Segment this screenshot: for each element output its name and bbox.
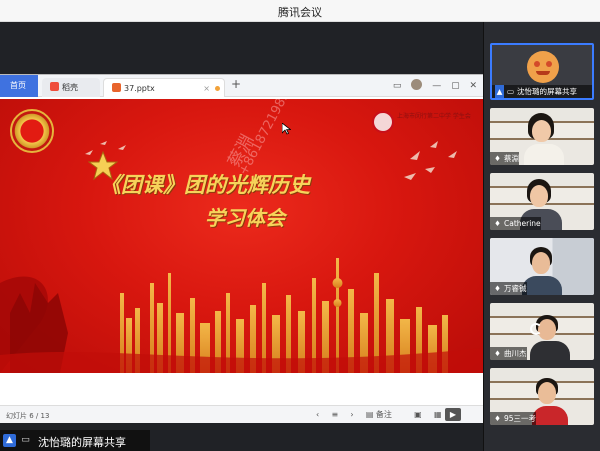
layout-icon[interactable]: ▭ <box>393 81 402 91</box>
shared-screen-stage: 首页 稻壳 37.pptx × + ▭ — ▢ ✕ 上海市闵行第二中学 学生会 <box>0 22 483 451</box>
tab-daoke-label: 稻壳 <box>62 83 78 92</box>
mic-icon: ♦ <box>494 414 501 423</box>
participant-label: 95三一考 <box>504 414 537 423</box>
title-bar: 腾讯会议 <box>0 0 600 22</box>
person-icon: ▲ <box>3 434 16 447</box>
notes-button[interactable]: ▤ 备注 <box>366 410 402 419</box>
participant-tile[interactable]: ▲ ▭ 沈怡璐的屏幕共享 <box>490 43 594 100</box>
next-slide-icon[interactable]: › <box>350 410 353 419</box>
person-icon: ▲ <box>495 85 504 98</box>
daoke-icon <box>50 82 59 91</box>
unsaved-dot-icon <box>215 86 220 91</box>
participant-tile[interactable]: ♦ 万睿铖 <box>490 238 594 295</box>
participant-name: ▲ ▭ 沈怡璐的屏幕共享 <box>492 85 592 98</box>
new-tab-icon[interactable]: + <box>231 77 241 91</box>
office-tab-strip: 首页 稻壳 37.pptx × + ▭ — ▢ ✕ <box>0 75 483 97</box>
participant-label: 沈怡璐的屏幕共享 <box>517 87 577 96</box>
tab-file-label: 37.pptx <box>124 84 155 93</box>
app-title: 腾讯会议 <box>278 6 322 19</box>
participant-name: ♦ 曲川杰 <box>490 347 527 360</box>
presenter-share-label: 沈怡璐的屏幕共享 <box>38 436 126 449</box>
maximize-icon[interactable]: ▢ <box>451 81 460 91</box>
prev-slide-icon[interactable]: ‹ <box>316 410 319 419</box>
mic-icon: ♦ <box>494 219 501 228</box>
participant-tile[interactable]: ♦ 曲川杰 <box>490 303 594 360</box>
participant-label: 曲川杰 <box>504 349 527 358</box>
participant-label: 蔡淵 <box>504 154 519 163</box>
participant-tile[interactable]: ♦ 蔡淵 <box>490 108 594 165</box>
participant-name: ♦ Catherine <box>490 217 541 230</box>
screen-share-icon: ▭ <box>506 87 515 96</box>
close-window-icon[interactable]: ✕ <box>469 81 477 91</box>
notes-label: 备注 <box>375 410 392 419</box>
outline-icon[interactable]: ≡ <box>331 410 338 419</box>
mouse-cursor-icon <box>282 123 291 135</box>
participant-tile[interactable]: ♦ Catherine <box>490 173 594 230</box>
mic-icon: ♦ <box>494 154 501 163</box>
mic-icon: ♦ <box>494 349 501 358</box>
participant-name: ♦ 万睿铖 <box>490 282 527 295</box>
slide-status-bar: 幻灯片 6 / 13 ‹ ≡ › ▤ 备注 ▣ ▦ ▭ ▶ <box>0 405 483 423</box>
participant-label: 万睿铖 <box>504 284 527 293</box>
slide-page-indicator: 幻灯片 6 / 13 <box>6 412 50 420</box>
tab-daoke[interactable]: 稻壳 <box>42 78 100 97</box>
mic-icon: ♦ <box>494 284 501 293</box>
window-controls: ▭ — ▢ ✕ <box>386 79 477 91</box>
avatar <box>527 51 559 83</box>
close-tab-icon[interactable]: × <box>203 79 210 98</box>
city-skyline-decoration <box>0 258 483 373</box>
participant-tile[interactable]: ♦ 95三一考 <box>490 368 594 425</box>
tab-pptx-file[interactable]: 37.pptx × <box>103 78 225 97</box>
shared-window: 首页 稻壳 37.pptx × + ▭ — ▢ ✕ 上海市闵行第二中学 学生会 <box>0 74 483 423</box>
participant-name: ♦ 95三一考 <box>490 412 537 425</box>
slide-canvas[interactable]: 上海市闵行第二中学 学生会 《团课》团的光辉历史 学习体会 蔡淵 +861872… <box>0 99 483 373</box>
tab-home[interactable]: 首页 <box>0 75 38 97</box>
screen-share-icon: ▭ <box>21 435 30 445</box>
user-avatar[interactable] <box>411 79 423 90</box>
loading-spinner-icon <box>530 323 542 335</box>
participant-panel: ▲ ▭ 沈怡璐的屏幕共享 ♦ 蔡淵 ♦ Catherine ♦ 万睿铖 ♦ 曲川杰 <box>483 22 600 451</box>
pptx-icon <box>112 83 121 92</box>
participant-label: Catherine <box>504 219 541 228</box>
participant-name: ♦ 蔡淵 <box>490 152 519 165</box>
presenter-share-bar: ▲ ▭ 沈怡璐的屏幕共享 <box>0 430 150 451</box>
normal-view-icon[interactable]: ▣ <box>414 410 422 419</box>
minimize-icon[interactable]: — <box>432 81 441 91</box>
sorter-view-icon[interactable]: ▦ <box>434 410 442 419</box>
slideshow-play-button[interactable]: ▶ <box>445 408 461 421</box>
